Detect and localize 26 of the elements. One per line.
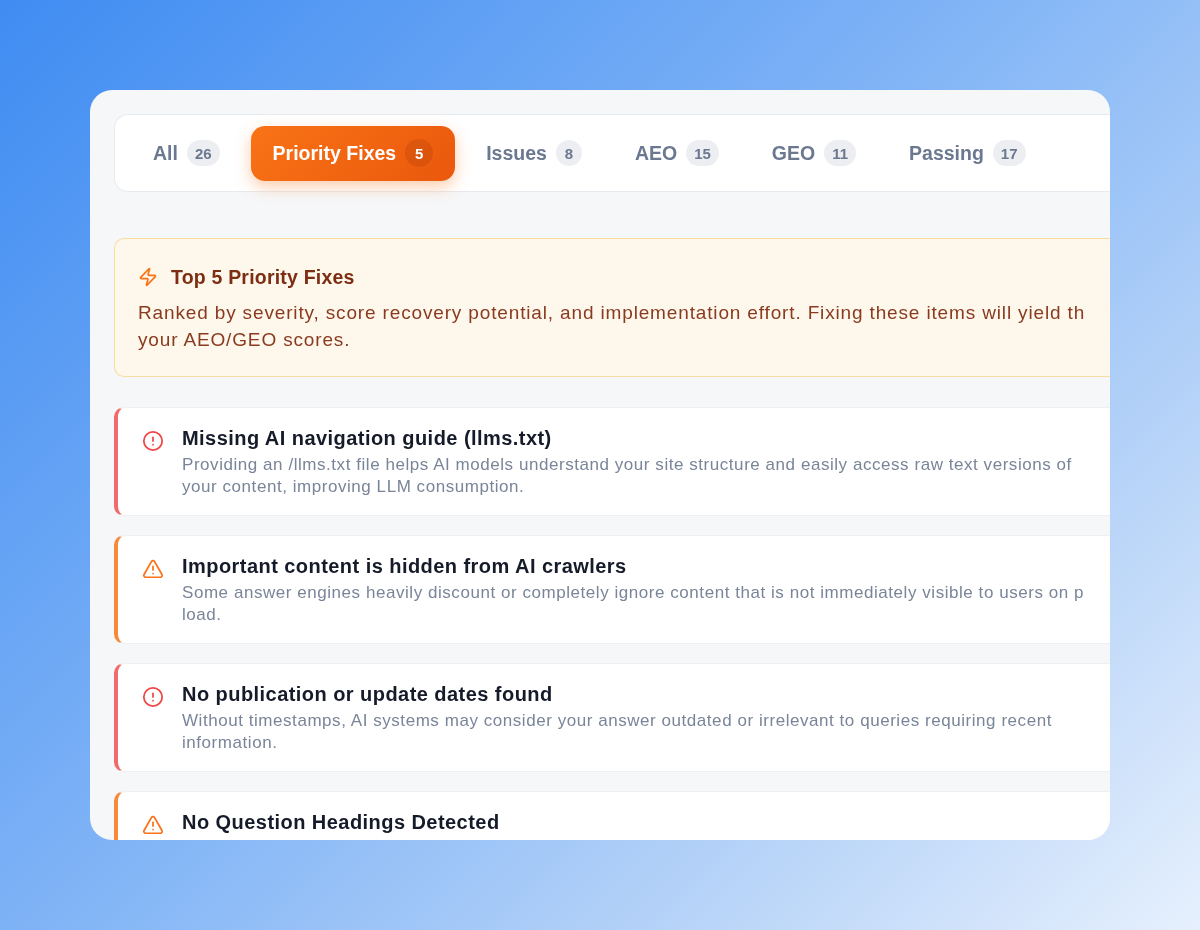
filter-tab[interactable]: All 26 <box>131 125 242 181</box>
fix-title: No publication or update dates found <box>182 682 553 706</box>
count-badge: 11 <box>824 140 857 166</box>
banner-title: Top 5 Priority Fixes <box>171 265 355 289</box>
count-badge: 8 <box>555 140 582 166</box>
count-badge: 5 <box>405 139 434 167</box>
fix-title: Missing AI navigation guide (llms.txt) <box>182 426 552 450</box>
filter-tab[interactable]: Passing 17 <box>887 125 1048 181</box>
fix-description: Without timestamps, AI systems may consider your answer outdated or irrelevant to queries requiring recent information. <box>182 710 1052 754</box>
filter-tab[interactable]: AEO 15 <box>612 125 741 181</box>
fix-description: Providing an /llms.txt file helps AI models understand your site structure and easily access raw text versions of your content, improving LLM consumption. <box>182 454 1072 498</box>
filter-tab[interactable]: Priority Fixes 5 <box>250 125 456 181</box>
lightning-icon <box>138 267 158 287</box>
count-badge: 17 <box>992 140 1026 166</box>
warning-triangle-icon <box>142 814 164 836</box>
filter-tab[interactable]: Issues 8 <box>464 125 604 181</box>
banner-text: Ranked by severity, score recovery potential, and implementation effort. Fixing these items will yield th your AEO/GEO scores. <box>138 301 1086 352</box>
alert-circle-icon <box>142 686 164 708</box>
fix-title: No Question Headings Detected <box>182 810 500 834</box>
filter-tab[interactable]: GEO 11 <box>749 125 879 181</box>
fix-title: Important content is hidden from AI crawlers <box>182 554 627 578</box>
count-badge: 15 <box>686 140 719 166</box>
count-badge: 26 <box>186 140 220 166</box>
alert-circle-icon <box>142 430 164 452</box>
warning-triangle-icon <box>142 558 164 580</box>
fix-description: Some answer engines heavily discount or completely ignore content that is not immediately visible to users on p load. <box>182 582 1085 626</box>
